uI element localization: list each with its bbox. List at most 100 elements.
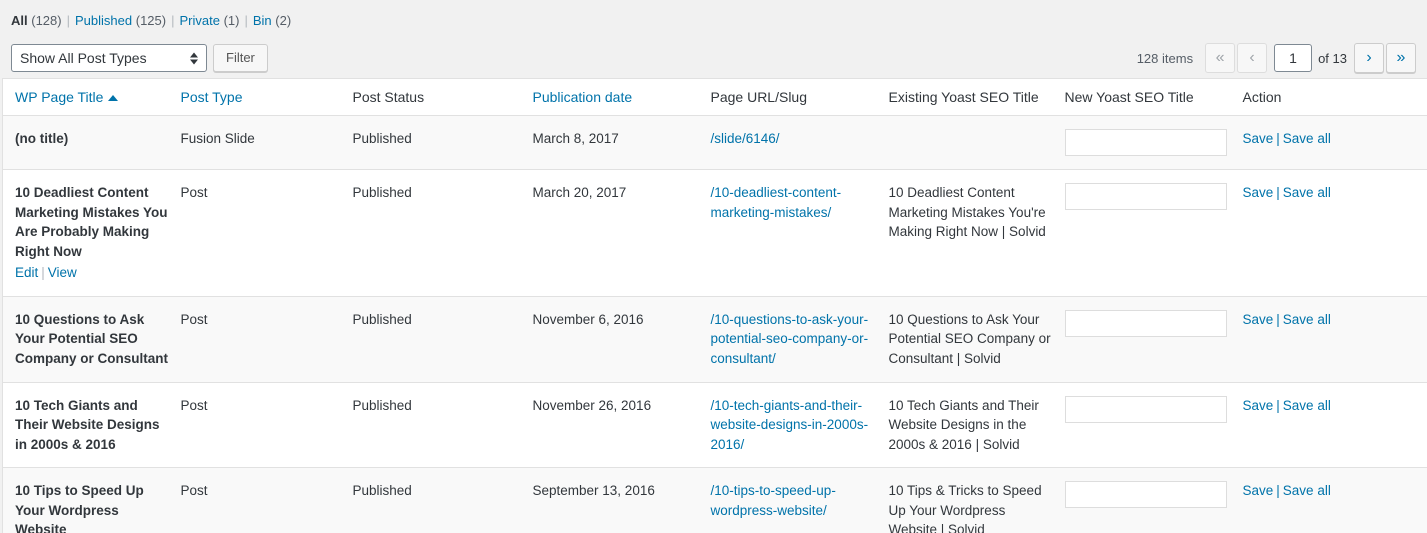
status-filter-item: All (128)	[11, 11, 62, 31]
cell-title: 10 Tech Giants and Their Website Designs…	[3, 382, 181, 468]
first-page-button: «	[1205, 43, 1236, 73]
status-filter-item: Bin (2)	[253, 11, 291, 31]
pagination-links: « ‹ of 13 › »	[1205, 43, 1416, 73]
cell-existing-seo-title	[889, 116, 1065, 170]
select-arrows-icon	[190, 51, 199, 66]
status-filter-link-published[interactable]: Published	[75, 13, 132, 28]
status-filter-link-bin[interactable]: Bin	[253, 13, 272, 28]
sort-ascending-icon	[108, 95, 119, 102]
slug-link[interactable]: /10-tech-giants-and-their-website-design…	[711, 398, 869, 452]
cell-publication-date: March 20, 2017	[532, 185, 627, 200]
column-header-page-url-slug: Page URL/Slug	[710, 78, 889, 116]
paging-input: of 13	[1274, 44, 1347, 72]
save-all-link[interactable]: Save all	[1283, 483, 1331, 498]
column-header-label: Page URL/Slug	[710, 89, 808, 105]
status-filter-separator: |	[66, 13, 70, 28]
column-header-action: Action	[1242, 78, 1427, 116]
cell-publication-date: November 26, 2016	[532, 397, 652, 413]
post-type-filter-select[interactable]: Show All Post Types	[11, 44, 207, 72]
status-filter-link-private[interactable]: Private	[179, 13, 219, 28]
total-pages-label: of 13	[1318, 50, 1347, 66]
save-link[interactable]: Save	[1243, 131, 1274, 146]
save-link[interactable]: Save	[1243, 398, 1274, 413]
column-header-post-status: Post Status	[352, 78, 533, 116]
post-title: 10 Tech Giants and Their Website Designs…	[15, 397, 160, 452]
row-action-separator: |	[41, 265, 45, 281]
cell-post-status: Published	[352, 397, 412, 413]
save-link[interactable]: Save	[1243, 312, 1274, 327]
table-row: 10 Tech Giants and Their Website Designs…	[2, 382, 1427, 468]
cell-post-type: Post	[180, 185, 208, 200]
post-title: 10 Deadliest Content Marketing Mistakes …	[15, 185, 168, 259]
cell-existing-seo-title: 10 Questions to Ask Your Potential SEO C…	[888, 311, 1051, 366]
table-row: 10 Tips to Speed Up Your Wordpress Websi…	[2, 467, 1427, 533]
status-filter-separator: |	[244, 13, 248, 28]
cell-post-type: Post	[180, 311, 208, 327]
slug-link[interactable]: /10-deadliest-content-marketing-mistakes…	[711, 185, 842, 220]
cell-title: 10 Questions to Ask Your Potential SEO C…	[3, 296, 181, 382]
cell-new-seo-title	[1064, 296, 1243, 382]
cell-post-type: Fusion Slide	[180, 131, 255, 146]
post-title: 10 Tips to Speed Up Your Wordpress Websi…	[15, 483, 144, 533]
cell-post-type: Post	[180, 397, 208, 413]
column-header-label: New Yoast SEO Title	[1064, 89, 1194, 105]
save-link[interactable]: Save	[1243, 185, 1274, 200]
cell-new-seo-title	[1064, 170, 1243, 297]
action-separator: |	[1276, 131, 1280, 146]
new-seo-title-input[interactable]	[1064, 129, 1227, 156]
row-action-view-link[interactable]: View	[48, 265, 77, 280]
cell-action: Save | Save all	[1243, 468, 1427, 533]
pagination: 128 items « ‹ of 13 › »	[1137, 38, 1416, 78]
new-seo-title-input[interactable]	[1064, 183, 1227, 210]
table-nav-top: Show All Post Types Filter 128 items « ‹…	[0, 38, 1427, 78]
action-separator: |	[1276, 483, 1280, 499]
cell-slug: /10-deadliest-content-marketing-mistakes…	[711, 170, 889, 297]
slug-link[interactable]: /10-tips-to-speed-up-wordpress-website/	[711, 483, 836, 518]
slug-link[interactable]: /slide/6146/	[711, 131, 780, 146]
last-page-button[interactable]: »	[1386, 43, 1416, 73]
column-header-new-yoast-seo-title: New Yoast SEO Title	[1064, 78, 1243, 116]
column-sort-link-wp-page-title[interactable]: WP Page Title	[15, 89, 103, 105]
new-seo-title-input[interactable]	[1064, 481, 1227, 509]
action-separator: |	[1276, 185, 1280, 200]
row-action-edit-link[interactable]: Edit	[15, 265, 38, 280]
cell-slug: /slide/6146/	[711, 116, 889, 170]
column-header-label: Existing Yoast SEO Title	[888, 89, 1039, 105]
column-sort-link-post-type[interactable]: Post Type	[181, 89, 243, 105]
status-filter-list: All (128) | Published (125) | Private (1) | Bi…	[0, 0, 1427, 31]
save-link[interactable]: Save	[1243, 483, 1274, 498]
save-all-link[interactable]: Save all	[1283, 398, 1331, 413]
new-seo-title-input[interactable]	[1064, 395, 1227, 423]
column-header-publication-date[interactable]: Publication date	[532, 78, 711, 116]
save-all-link[interactable]: Save all	[1283, 131, 1331, 146]
save-all-link[interactable]: Save all	[1283, 185, 1331, 200]
slug-link[interactable]: /10-questions-to-ask-your-potential-seo-…	[711, 312, 869, 366]
next-page-button[interactable]: ›	[1354, 43, 1384, 73]
save-all-link[interactable]: Save all	[1283, 312, 1331, 327]
cell-post-status: Published	[352, 311, 412, 327]
cell-new-seo-title	[1064, 468, 1243, 533]
current-page-input[interactable]	[1274, 44, 1313, 72]
cell-action: Save | Save all	[1243, 170, 1427, 297]
status-filter-item: Published (125)	[75, 11, 166, 31]
status-filter-link-all[interactable]: All	[11, 13, 28, 28]
column-sort-link-publication-date[interactable]: Publication date	[533, 89, 633, 105]
column-header-label: Action	[1242, 89, 1282, 105]
column-header-label: Post Status	[352, 89, 425, 105]
new-seo-title-input[interactable]	[1064, 309, 1227, 337]
column-header-wp-page-title[interactable]: WP Page Title	[2, 78, 181, 116]
cell-new-seo-title	[1064, 116, 1243, 170]
cell-post-status: Published	[352, 483, 412, 499]
cell-slug: /10-tech-giants-and-their-website-design…	[711, 382, 889, 468]
status-filter-count: (2)	[275, 13, 292, 28]
column-header-post-type[interactable]: Post Type	[180, 78, 353, 116]
table-row: 10 Questions to Ask Your Potential SEO C…	[2, 296, 1427, 382]
post-type-filter-value: Show All Post Types	[20, 50, 147, 66]
cell-existing-seo-title: 10 Tech Giants and Their Website Designs…	[888, 397, 1039, 452]
table-head: WP Page Title Post Type Post Status Publica…	[2, 78, 1427, 116]
cell-publication-date: November 6, 2016	[532, 311, 644, 327]
status-filter-item: Private (1)	[179, 11, 239, 31]
post-title: (no title)	[15, 131, 69, 146]
items-count-label: 128 items	[1136, 50, 1194, 66]
filter-button[interactable]: Filter	[213, 44, 268, 72]
